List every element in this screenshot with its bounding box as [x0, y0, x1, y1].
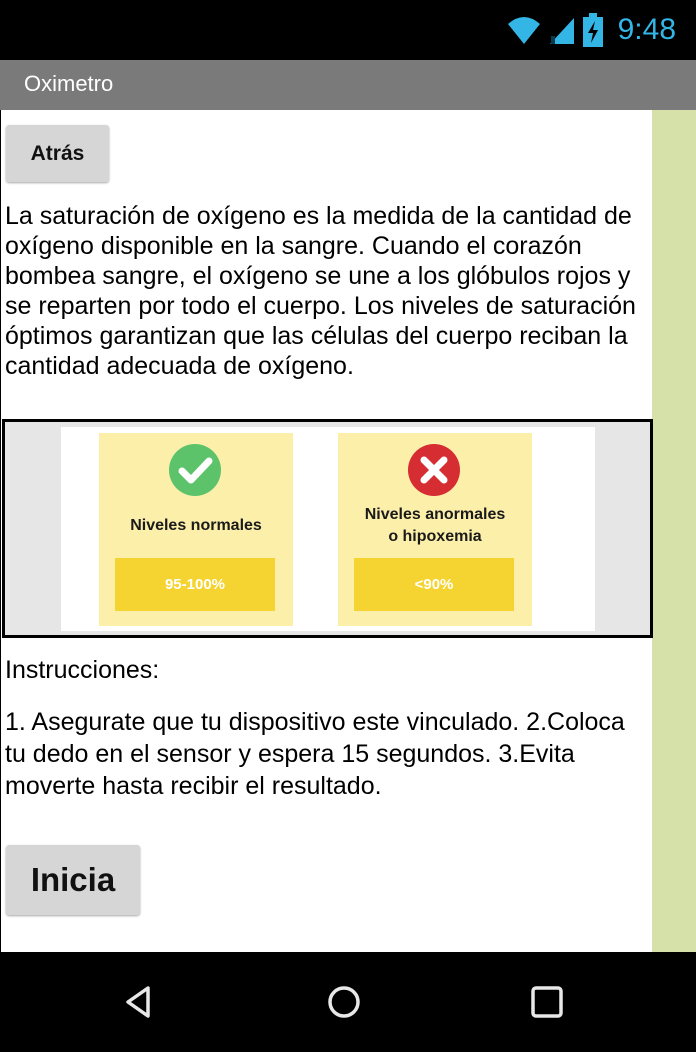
instructions-text: 1. Asegurate que tu dispositivo este vin…	[5, 708, 625, 800]
x-icon	[408, 444, 460, 496]
oxygen-levels-image: Niveles normales 95-100% Niveles anormal…	[2, 419, 653, 638]
status-icons: 9:48	[506, 12, 676, 48]
back-button[interactable]: Atrás	[6, 125, 109, 182]
description-text: La saturación de oxígeno es la medida de…	[5, 202, 636, 380]
app-title: Oximetro	[24, 71, 114, 96]
abnormal-levels-label: Niveles anormales o hipoxemia	[338, 504, 532, 548]
start-button[interactable]: Inicia	[6, 845, 140, 915]
recent-apps-square-icon[interactable]	[525, 980, 569, 1024]
wifi-icon	[507, 17, 540, 44]
normal-levels-card: Niveles normales 95-100%	[99, 433, 293, 626]
back-triangle-icon[interactable]	[118, 980, 162, 1024]
side-strip	[652, 110, 696, 952]
check-icon	[169, 444, 221, 496]
abnormal-label-line2: o hipoxemia	[388, 528, 482, 545]
normal-range: 95-100%	[115, 558, 275, 611]
abnormal-label-line1: Niveles anormales	[364, 506, 506, 523]
navigation-bar	[0, 952, 696, 1052]
signal-icon	[549, 18, 574, 44]
battery-charging-icon	[582, 13, 603, 47]
image-canvas: Niveles normales 95-100% Niveles anormal…	[61, 427, 595, 631]
abnormal-levels-card: Niveles anormales o hipoxemia <90%	[338, 433, 532, 626]
abnormal-range: <90%	[354, 558, 514, 611]
clock-text: 9:48	[617, 13, 676, 46]
screen-content[interactable]: Atrás La saturación de oxígeno es la med…	[0, 110, 696, 952]
app-title-bar: Oximetro	[0, 60, 696, 110]
status-bar: 9:48	[0, 0, 696, 60]
instructions-heading: Instrucciones:	[5, 656, 160, 684]
home-circle-icon[interactable]	[322, 980, 366, 1024]
normal-levels-label: Niveles normales	[130, 517, 262, 534]
